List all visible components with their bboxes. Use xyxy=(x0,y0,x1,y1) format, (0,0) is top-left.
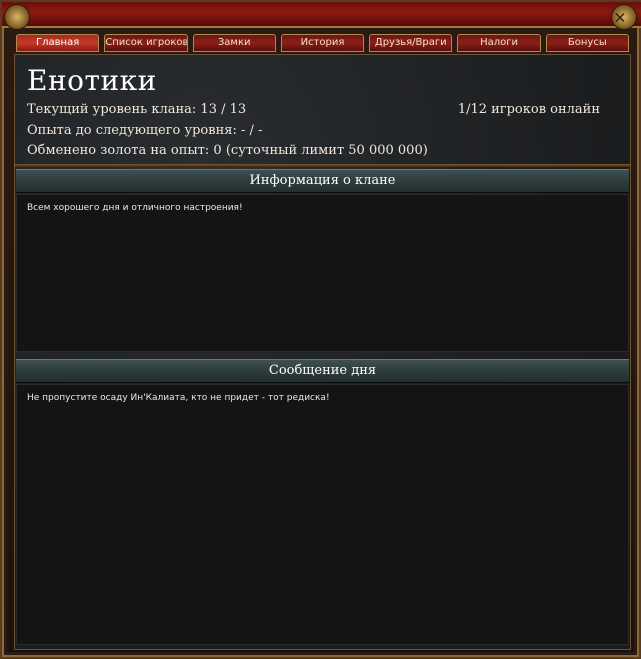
tab-taxes[interactable]: Налоги xyxy=(457,34,541,52)
tab-players[interactable]: Список игроков xyxy=(104,34,188,52)
clan-level: Текущий уровень клана: 13 / 13 xyxy=(27,102,247,117)
close-button[interactable]: ✕ xyxy=(611,4,637,30)
info-section-text[interactable]: Всем хорошего дня и отличного настроения… xyxy=(16,194,629,352)
clan-window: ✕ Главная Список игроков Замки История Д… xyxy=(0,0,641,659)
tab-bar: Главная Список игроков Замки История Дру… xyxy=(16,34,629,52)
motd-section-title: Сообщение дня xyxy=(16,359,629,383)
info-section-title: Информация о клане xyxy=(16,169,629,193)
title-bar xyxy=(2,2,641,28)
close-icon: ✕ xyxy=(613,9,627,27)
tab-friends-enemies[interactable]: Друзья/Враги xyxy=(369,34,453,52)
ornament-icon xyxy=(4,4,30,30)
divider xyxy=(15,164,630,167)
main-panel: Енотики Текущий уровень клана: 13 / 13 1… xyxy=(14,54,631,650)
motd-section-text[interactable]: Не пропустите осаду Ин'Калиата, кто не п… xyxy=(16,384,629,645)
tab-bonuses[interactable]: Бонусы xyxy=(545,34,629,52)
tab-history[interactable]: История xyxy=(280,34,365,52)
tab-main[interactable]: Главная xyxy=(16,34,100,52)
tab-castles[interactable]: Замки xyxy=(192,34,276,52)
players-online: 1/12 игроков онлайн xyxy=(457,102,600,117)
gold-exchanged: Обменено золота на опыт: 0 (суточный лим… xyxy=(27,143,428,158)
exp-to-next-level: Опыта до следующего уровня: - / - xyxy=(27,123,263,138)
clan-name: Енотики xyxy=(27,64,157,97)
